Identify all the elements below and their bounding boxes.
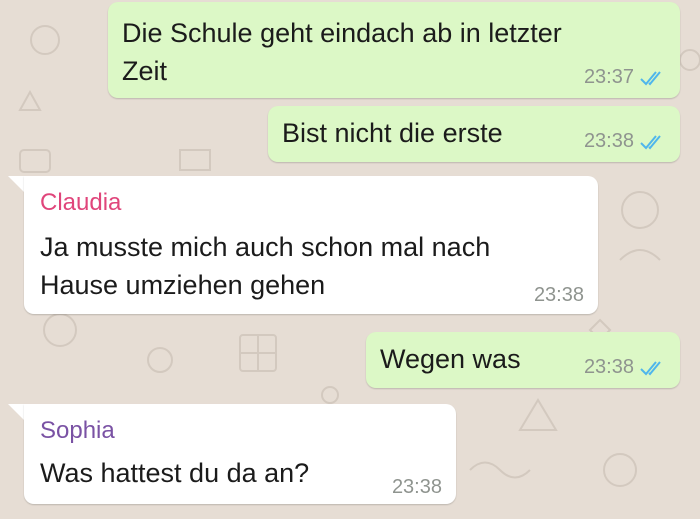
outgoing-message[interactable]: Die Schule geht eindach ab in letzter Ze… — [108, 2, 680, 98]
incoming-message[interactable]: Claudia Ja musste mich auch schon mal na… — [24, 176, 598, 314]
double-check-icon — [640, 70, 661, 85]
message-time: 23:37 — [583, 66, 634, 88]
message-meta: 23:38 — [584, 356, 666, 379]
message-time: 23:38 — [583, 356, 634, 378]
message-time: 23:38 — [583, 130, 634, 152]
message-meta: 23:38 — [392, 476, 442, 499]
message-text: Wegen was — [380, 344, 521, 374]
double-check-icon — [640, 360, 661, 375]
outgoing-message[interactable]: Bist nicht die erste 23:38 — [268, 106, 680, 162]
message-meta: 23:37 — [584, 66, 666, 89]
sender-name: Claudia — [40, 189, 122, 216]
message-time: 23:38 — [533, 284, 584, 306]
message-text: Was hattest du da an? — [40, 458, 310, 488]
incoming-message[interactable]: Sophia Was hattest du da an? 23:38 — [24, 404, 456, 504]
double-check-icon — [640, 134, 661, 149]
message-meta: 23:38 — [584, 130, 666, 153]
message-meta: 23:38 — [534, 284, 584, 307]
message-text: Ja musste mich auch schon mal nach Hause… — [40, 232, 491, 300]
message-time: 23:38 — [391, 476, 442, 498]
message-text: Bist nicht die erste — [282, 118, 503, 148]
outgoing-message[interactable]: Wegen was 23:38 — [366, 332, 680, 388]
message-text: Die Schule geht eindach ab in letzter Ze… — [122, 18, 562, 86]
sender-name: Sophia — [40, 417, 115, 444]
